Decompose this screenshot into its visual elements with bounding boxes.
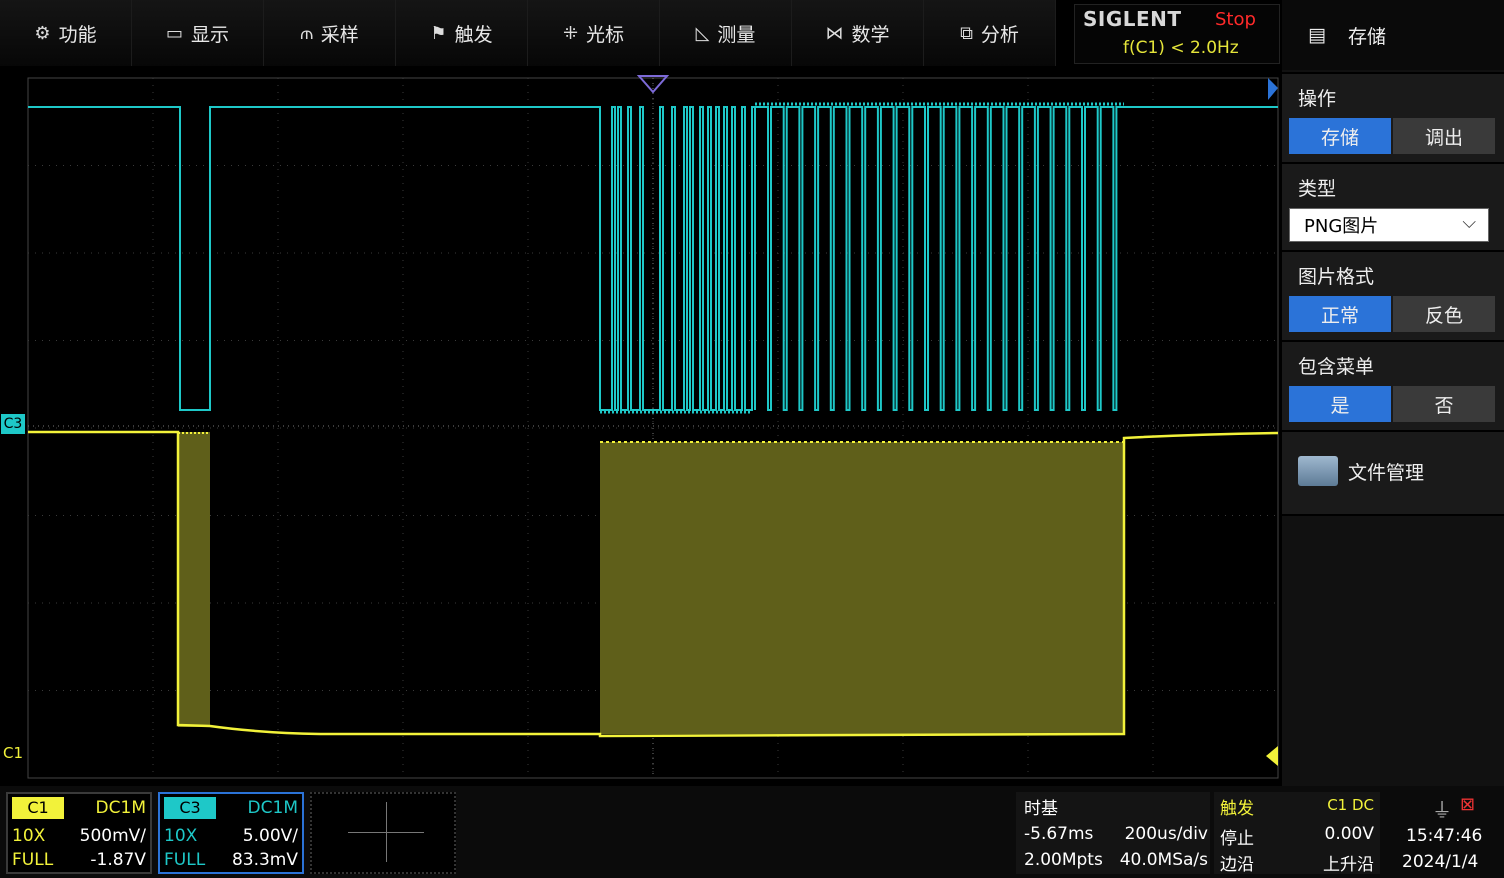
menu-analysis[interactable]: ⧉ 分析 [924,0,1056,66]
menu-function[interactable]: ⚙ 功能 [0,0,132,66]
image-format-title: 图片格式 [1298,266,1375,288]
menu-measure[interactable]: ◺ 测量 [660,0,792,66]
waveform-display[interactable]: C3 C1 [0,70,1280,786]
folder-icon [1298,456,1338,486]
menu-label: 触发 [454,23,493,46]
sample-rate: 40.0MSa/s [1119,850,1208,870]
waveform-svg [27,75,1279,779]
usb-icon: ⏚ [1432,798,1452,822]
cursor-icon: ⁜ [562,22,579,44]
type-title: 类型 [1298,178,1337,200]
trigger-box[interactable]: 触发 C1 DC 停止 0.00V 边沿 上升沿 [1214,792,1380,875]
c3-label: C3 [164,797,216,819]
include-no-button[interactable]: 否 [1393,386,1495,422]
operation-title: 操作 [1298,88,1337,110]
menu-label: 光标 [586,23,625,46]
trigger-level: 0.00V [1324,824,1374,844]
c3-coupling: DC1M [247,798,298,818]
analysis-icon: ⧉ [960,22,973,44]
clock-date: 2024/1/4 [1402,852,1479,872]
plus-icon-vertical [386,802,387,862]
sample-icon: ⫙ [300,22,313,44]
include-menu-title: 包含菜单 [1298,356,1375,378]
trigger-level-marker [1266,746,1278,766]
trigger-delay-marker [1268,78,1278,100]
math-icon: ⋈ [825,22,844,44]
image-format-section: 图片格式 正常 反色 [1282,250,1504,340]
c1-scale: 500mV/ [79,826,146,846]
type-section: 类型 PNG图片 ⌵ [1282,162,1504,250]
timebase-delay: -5.67ms [1024,824,1094,844]
brand-logo: SIGLENT [1083,7,1182,31]
timebase-box[interactable]: 时基 -5.67ms 200us/div 2.00Mpts 40.0MSa/s [1016,792,1210,874]
menu-label: 测量 [717,23,756,46]
add-channel-button[interactable] [310,792,456,874]
save-button[interactable]: 存储 [1289,118,1391,154]
menu-cursor[interactable]: ⁜ 光标 [528,0,660,66]
c1-label: C1 [12,797,64,819]
menu-label: 分析 [980,23,1019,46]
flag-icon: ⚑ [430,22,447,44]
document-icon: ▤ [1308,24,1326,46]
file-management-label: 文件管理 [1348,462,1425,484]
gear-icon: ⚙ [34,22,51,44]
include-menu-section: 包含菜单 是 否 [1282,340,1504,430]
measure-icon: ◺ [695,22,710,44]
status-bar: C1 DC1M 10X 500mV/ FULL -1.87V C3 DC1M 1… [0,786,1504,878]
menu-label: 显示 [191,23,230,46]
timebase-scale: 200us/div [1124,824,1208,844]
menu-label: 采样 [320,23,359,46]
normal-button[interactable]: 正常 [1289,296,1391,332]
c3-probe: 10X [164,826,198,846]
menu-label: 数学 [851,23,890,46]
c1-marker[interactable]: C1 [3,744,23,762]
c3-marker[interactable]: C3 [1,414,25,434]
recall-button[interactable]: 调出 [1393,118,1495,154]
channel-c1-box[interactable]: C1 DC1M 10X 500mV/ FULL -1.87V [6,792,152,874]
type-value: PNG图片 [1304,216,1379,237]
chevron-down-icon: ⌵ [1462,212,1476,233]
c1-coupling: DC1M [95,798,146,818]
menu-label: 功能 [58,23,97,46]
channel-c3-box[interactable]: C3 DC1M 10X 5.00V/ FULL 83.3mV [158,792,304,874]
trigger-type: 边沿 [1220,855,1254,875]
file-management-button[interactable]: 文件管理 [1282,430,1504,516]
run-status[interactable]: Stop [1215,9,1256,30]
include-yes-button[interactable]: 是 [1289,386,1391,422]
c1-offset: -1.87V [90,850,146,870]
menu-acquire[interactable]: ⫙ 采样 [264,0,396,66]
c1-fill-burst-2 [600,442,1124,734]
save-panel: ▤ 存储 操作 存储 调出 类型 PNG图片 ⌵ 图片格式 正常 反色 包含菜单… [1282,0,1504,878]
trigger-state: 停止 [1220,829,1254,849]
menu-math[interactable]: ⋈ 数学 [792,0,924,66]
trigger-slope: 上升沿 [1323,855,1374,875]
brand-status-box: SIGLENT Stop f(C1) < 2.0Hz [1074,4,1280,64]
memory-depth: 2.00Mpts [1024,850,1103,870]
c3-offset: 83.3mV [231,850,298,870]
network-disconnected-icon: ⊠ [1460,794,1476,815]
c1-fill-burst-1 [178,432,210,727]
top-menu-bar: ⚙ 功能 ▭ 显示 ⫙ 采样 ⚑ 触发 ⁜ 光标 ◺ 测量 ⋈ 数学 ⧉ 分析 [0,0,1056,66]
c1-bandwidth: FULL [12,850,54,870]
trigger-source: C1 DC [1327,796,1374,814]
clock-time: 15:47:46 [1406,826,1483,846]
invert-button[interactable]: 反色 [1393,296,1495,332]
type-select[interactable]: PNG图片 ⌵ [1289,208,1489,242]
c3-bandwidth: FULL [164,850,206,870]
operation-section: 操作 存储 调出 [1282,72,1504,162]
trigger-frequency: f(C1) < 2.0Hz [1123,38,1239,58]
trigger-title: 触发 [1220,799,1254,819]
panel-title: 存储 [1347,25,1386,48]
c1-probe: 10X [12,826,46,846]
menu-trigger[interactable]: ⚑ 触发 [396,0,528,66]
c3-scale: 5.00V/ [242,826,298,846]
monitor-icon: ▭ [165,22,183,44]
panel-header: ▤ 存储 [1282,0,1504,70]
menu-display[interactable]: ▭ 显示 [132,0,264,66]
timebase-title: 时基 [1024,799,1058,819]
